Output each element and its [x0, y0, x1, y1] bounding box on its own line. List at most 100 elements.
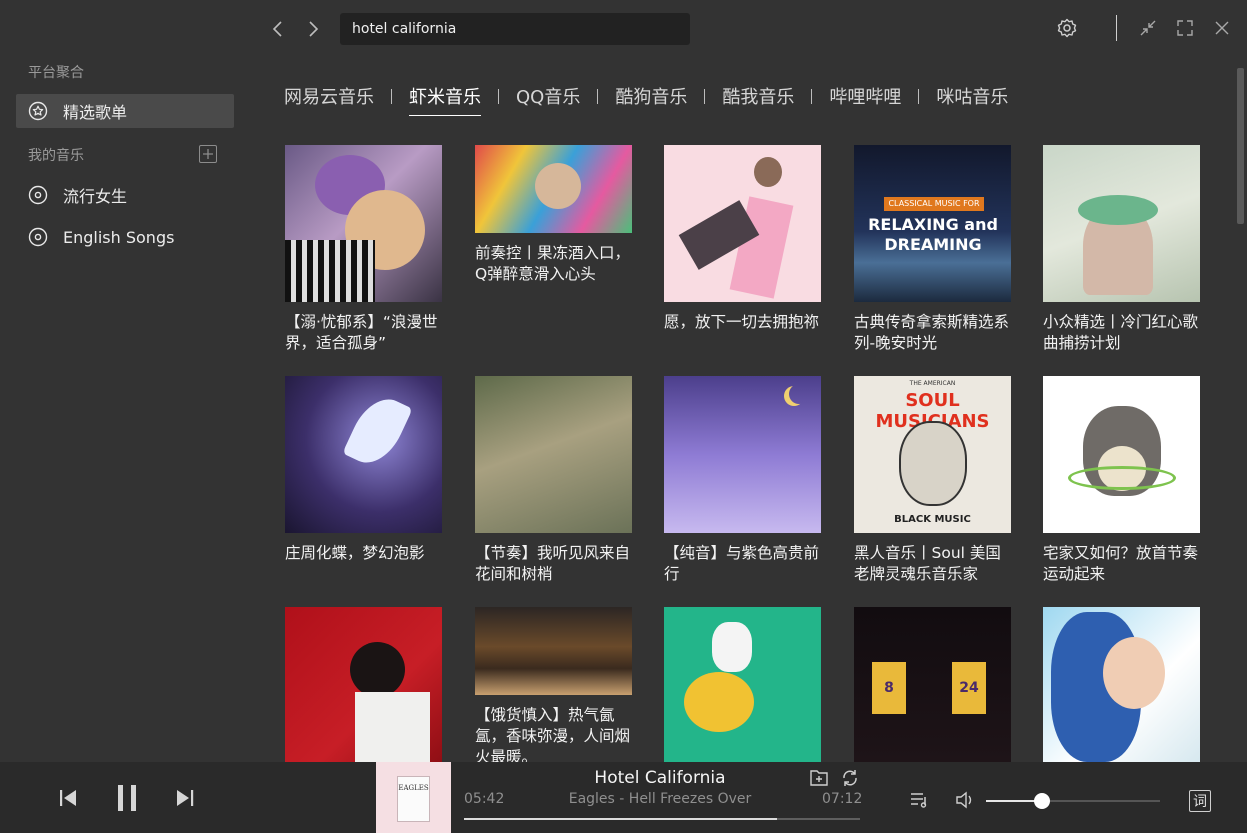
disc-icon	[28, 185, 48, 205]
back-arrow-icon[interactable]	[270, 19, 286, 39]
next-track-icon[interactable]	[173, 786, 197, 810]
playlist-card[interactable]: 【溺·忧郁系】“浪漫世界，适合孤身”	[285, 145, 442, 354]
star-circle-icon	[28, 101, 48, 121]
playlist-title: 【纯音】与紫色高贵前行	[664, 544, 820, 583]
playlist-card[interactable]: 前奏控丨果冻酒入口，Q弹醉意滑入心头	[475, 145, 632, 285]
jersey-number: 24	[952, 662, 986, 714]
sidebar-item-label: English Songs	[63, 227, 175, 247]
tab-separator	[391, 89, 392, 104]
tab-qq[interactable]: QQ音乐	[516, 83, 580, 116]
platform-section-title: 平台聚合	[28, 65, 84, 81]
scrollbar-thumb[interactable]	[1237, 68, 1244, 224]
tab-separator	[498, 89, 499, 104]
tab-separator	[918, 89, 920, 104]
playlist-cover[interactable]: CLASSICAL MUSIC FOR RELAXING and DREAMIN…	[854, 145, 1011, 302]
pause-icon[interactable]	[114, 783, 140, 813]
playlist-card[interactable]: CLASSICAL MUSIC FOR RELAXING and DREAMIN…	[854, 145, 1011, 354]
jersey-number: 8	[872, 662, 906, 714]
sidebar-item-playlist[interactable]: 流行女生	[16, 178, 234, 212]
add-playlist-button[interactable]	[199, 145, 217, 163]
gear-icon[interactable]	[1055, 16, 1079, 40]
sidebar-item-label: 精选歌单	[63, 103, 128, 122]
tab-kugou[interactable]: 酷狗音乐	[615, 83, 687, 116]
tab-kuwo[interactable]: 酷我音乐	[722, 83, 794, 116]
song-title: Hotel California	[594, 768, 726, 788]
playlist-card[interactable]	[664, 607, 821, 762]
close-icon[interactable]	[1210, 16, 1234, 40]
tab-netease[interactable]: 网易云音乐	[284, 83, 374, 116]
playlist-title: 小众精选丨冷门红心歌曲捕捞计划	[1043, 313, 1199, 352]
disc-icon	[28, 227, 48, 247]
previous-track-icon[interactable]	[56, 786, 80, 810]
cover-small-text: THE AMERICAN	[909, 380, 956, 387]
sidebar-item-featured[interactable]: 精选歌单	[16, 94, 234, 128]
repeat-icon[interactable]	[839, 768, 861, 788]
playlist-cover[interactable]	[285, 607, 442, 762]
playlist-cover[interactable]: 8 24	[854, 607, 1011, 762]
my-music-section-title: 我的音乐	[28, 148, 84, 164]
tab-separator	[597, 89, 599, 104]
playlist-card[interactable]	[1043, 607, 1200, 762]
tab-separator	[811, 89, 813, 104]
elapsed-time: 05:42	[464, 791, 505, 807]
playlist-cover[interactable]: THE AMERICAN SOUL MUSICIANS BLACK MUSIC	[854, 376, 1011, 533]
cover-banner-text: CLASSICAL MUSIC FOR	[884, 197, 984, 211]
song-artist: Eagles - Hell Freezes Over	[568, 791, 752, 807]
playlist-cover[interactable]	[1043, 145, 1200, 302]
sidebar: 平台聚合 精选歌单 我的音乐 流行女生 English Songs	[0, 0, 250, 762]
playlist-title: 庄周化蝶，梦幻泡影	[285, 544, 425, 562]
playlist-card[interactable]: 【饿货慎入】热气氤氲，香味弥漫，人间烟火最暖。	[475, 607, 632, 762]
maximize-icon[interactable]	[1173, 16, 1197, 40]
playlist-cover[interactable]	[1043, 376, 1200, 533]
playlist-cover[interactable]	[475, 145, 632, 233]
playlist-title: 宅家又如何？放首节奏运动起来	[1043, 544, 1199, 583]
sidebar-item-label: 流行女生	[63, 187, 128, 206]
playlist-grid: 【溺·忧郁系】“浪漫世界，适合孤身” 前奏控丨果冻酒入口，Q弹醉意滑入心头 愿，…	[250, 130, 1237, 762]
volume-slider[interactable]	[986, 793, 1160, 809]
playlist-card[interactable]: 宅家又如何？放首节奏运动起来	[1043, 376, 1200, 585]
album-text: EAGLES	[398, 784, 429, 792]
progress-fill	[464, 818, 777, 820]
playlist-card[interactable]: 8 24	[854, 607, 1011, 762]
playlist-cover[interactable]	[475, 607, 632, 695]
divider	[1116, 15, 1117, 41]
tab-bilibili[interactable]: 哔哩哔哩	[829, 83, 901, 116]
playlist-cover[interactable]	[285, 376, 442, 533]
playlist-cover[interactable]	[475, 376, 632, 533]
minimize-icon[interactable]	[1136, 16, 1160, 40]
playlist-cover[interactable]	[1043, 607, 1200, 762]
search-input[interactable]	[340, 13, 690, 45]
playlist-card[interactable]: THE AMERICAN SOUL MUSICIANS BLACK MUSIC …	[854, 376, 1011, 585]
playlist-title: 古典传奇拿索斯精选系列-晚安时光	[854, 313, 1010, 352]
playlist-card[interactable]: 庄周化蝶，梦幻泡影	[285, 376, 442, 564]
playlist-title: 【节奏】我听见风来自花间和树梢	[475, 544, 631, 583]
playlist-cover[interactable]	[664, 376, 821, 533]
playlist-title: 黑人音乐丨Soul 美国老牌灵魂乐音乐家	[854, 544, 1001, 583]
playlist-card[interactable]	[285, 607, 442, 762]
cover-footer-text: BLACK MUSIC	[894, 514, 971, 525]
player-bar: EAGLES Hotel California 05:42 Eagles - H…	[0, 762, 1247, 833]
playlist-queue-icon[interactable]	[908, 790, 930, 810]
playlist-cover[interactable]	[664, 145, 821, 302]
volume-icon[interactable]	[954, 790, 978, 810]
playlist-title: 【饿货慎入】热气氤氲，香味弥漫，人间烟火最暖。	[475, 706, 631, 762]
playlist-title: 前奏控丨果冻酒入口，Q弹醉意滑入心头	[475, 244, 631, 283]
playlist-card[interactable]: 【纯音】与紫色高贵前行	[664, 376, 821, 585]
tab-xiami[interactable]: 虾米音乐	[409, 83, 481, 116]
tab-migu[interactable]: 咪咕音乐	[936, 83, 1008, 116]
playlist-cover[interactable]	[664, 607, 821, 762]
sidebar-item-playlist[interactable]: English Songs	[16, 220, 234, 254]
playlist-card[interactable]: 愿，放下一切去拥抱祢	[664, 145, 821, 333]
duration-time: 07:12	[822, 791, 863, 807]
forward-arrow-icon[interactable]	[305, 19, 321, 39]
lyrics-button[interactable]: 词	[1189, 790, 1211, 812]
volume-knob[interactable]	[1033, 793, 1050, 809]
album-cover[interactable]: EAGLES	[376, 762, 451, 833]
playlist-card[interactable]: 小众精选丨冷门红心歌曲捕捞计划	[1043, 145, 1200, 354]
playlist-cover[interactable]	[285, 145, 442, 302]
add-to-playlist-icon[interactable]	[808, 768, 830, 788]
playlist-title: 愿，放下一切去拥抱祢	[664, 313, 820, 331]
tab-separator	[704, 89, 706, 104]
progress-bar[interactable]	[464, 818, 860, 820]
playlist-card[interactable]: 【节奏】我听见风来自花间和树梢	[475, 376, 632, 585]
